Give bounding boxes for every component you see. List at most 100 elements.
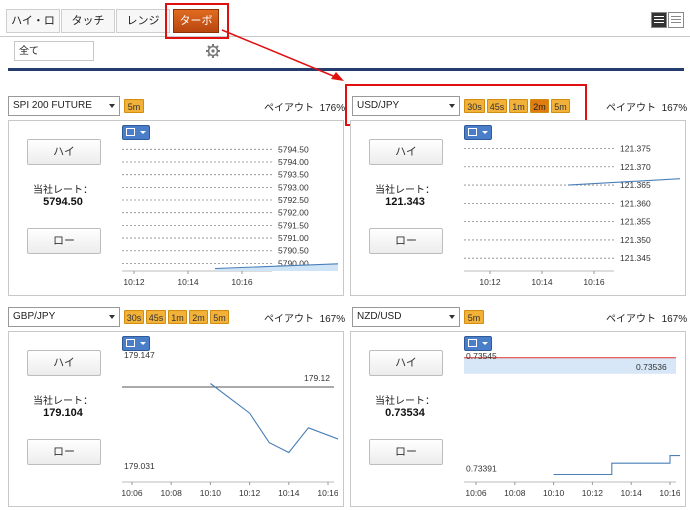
expiry-5m[interactable]: 5m — [210, 310, 229, 324]
current-value-label: 0.73536 — [636, 362, 667, 372]
rate-label: 当社レート： — [33, 396, 93, 407]
payout-label: ペイアウト — [264, 314, 314, 325]
list-view-icon[interactable] — [651, 12, 667, 28]
bottom-value-label: 179.031 — [124, 461, 155, 471]
y-tick-label: 121.360 — [620, 198, 651, 208]
asset-name: SPI 200 FUTURE — [13, 100, 92, 111]
rate-value: 0.73534 — [385, 407, 425, 419]
payout-value: 176% — [319, 103, 346, 114]
chart-type-icon[interactable] — [122, 125, 150, 140]
y-tick-label: 5790.50 — [278, 246, 309, 256]
gear-icon[interactable] — [205, 43, 221, 59]
y-tick-label: 5793.50 — [278, 170, 309, 180]
asset-select[interactable]: NZD/USD — [352, 307, 460, 327]
y-tick-label: 121.345 — [620, 253, 651, 263]
panel-body-usdjpy: ハイ 当社レート： 121.343 ロー 121.375 121.370 121.3… — [350, 120, 686, 296]
rate-value: 179.104 — [43, 407, 83, 419]
annotation-highlight-tab — [165, 3, 229, 39]
x-tick-label: 10:14 — [177, 277, 199, 287]
x-tick-label: 10:06 — [122, 488, 143, 498]
payout-value: 167% — [661, 103, 688, 114]
expiry-45s[interactable]: 45s — [146, 310, 166, 324]
panel-header-spi200: SPI 200 FUTURE 5m ペイアウト 176% — [8, 96, 345, 116]
top-navigation: ハイ・ロー タッチ レンジ ターボ — [0, 0, 690, 49]
asset-select[interactable]: SPI 200 FUTURE — [8, 96, 120, 116]
asset-filter-dropdown[interactable]: 全て — [14, 41, 94, 61]
chart-type-icon[interactable] — [122, 336, 150, 351]
tab-high-low[interactable]: ハイ・ロー — [6, 9, 60, 49]
expiry-30s[interactable]: 30s — [124, 310, 144, 324]
x-tick-label: 10:14 — [531, 277, 553, 287]
chart-type-icon[interactable] — [464, 125, 492, 140]
expiry-2m[interactable]: 2m — [189, 310, 208, 324]
y-tick-label: 5792.50 — [278, 195, 309, 205]
chevron-down-icon — [449, 315, 455, 319]
price-chart: 0.73545 0.73391 0.73536 10:06 10:08 10:10 10:1… — [464, 351, 680, 498]
x-tick-label: 10:08 — [161, 488, 183, 498]
rate-label: 当社レート： — [375, 396, 435, 407]
x-tick-label: 10:08 — [504, 488, 526, 498]
low-button[interactable]: ロー — [369, 228, 443, 254]
x-tick-label: 10:12 — [479, 277, 501, 287]
rate-label: 当社レート： — [33, 185, 93, 196]
x-tick-label: 10:16 — [317, 488, 338, 498]
y-tick-label: 5794.50 — [278, 144, 309, 154]
series-line — [214, 263, 338, 270]
payout: ペイアウト 167% — [606, 310, 687, 325]
expiry-5m[interactable]: 5m — [124, 99, 144, 113]
panel-header-nzdusd: NZD/USD 5m ペイアウト 167% — [350, 307, 687, 327]
payout: ペイアウト 167% — [606, 99, 687, 114]
x-tick-label: 10:12 — [239, 488, 261, 498]
price-chart: 121.375121.370121.365121.360121.355121.3… — [464, 143, 680, 287]
chevron-down-icon — [109, 315, 115, 319]
top-value-label: 0.73545 — [466, 351, 497, 361]
y-tick-label: 5792.00 — [278, 208, 309, 218]
x-tick-label: 10:06 — [465, 488, 487, 498]
x-tick-label: 10:16 — [583, 277, 605, 287]
tab-range[interactable]: レンジ — [116, 9, 170, 33]
y-tick-label: 121.375 — [620, 143, 651, 153]
panel-body-spi200: ハイ 当社レート： 5794.50 ロー 5794.50 5794.00 5793.… — [8, 120, 344, 296]
y-tick-label: 121.350 — [620, 235, 651, 245]
x-tick-label: 10:10 — [543, 488, 565, 498]
series-line — [553, 455, 680, 476]
chevron-down-icon — [109, 104, 115, 108]
price-chart: 179.147 179.031 179.12 10:06 10:08 10:10 10:12… — [122, 350, 338, 498]
x-tick-label: 10:10 — [200, 488, 222, 498]
high-button[interactable]: ハイ — [369, 350, 443, 376]
x-tick-label: 10:12 — [582, 488, 604, 498]
y-tick-label: 121.370 — [620, 162, 651, 172]
tab-touch[interactable]: タッチ — [61, 9, 115, 33]
payout-label: ペイアウト — [606, 103, 656, 114]
payout: ペイアウト 176% — [264, 99, 345, 114]
y-tick-label: 121.355 — [620, 217, 651, 227]
high-button[interactable]: ハイ — [369, 139, 443, 165]
panel-body-nzdusd: ハイ 当社レート： 0.73534 ロー 0.73545 0.73391 0.735… — [350, 331, 686, 507]
rate-label: 当社レート： — [375, 185, 435, 196]
x-tick-label: 10:14 — [621, 488, 643, 498]
top-value-label: 179.147 — [124, 350, 155, 360]
expiry-5m[interactable]: 5m — [464, 310, 484, 324]
expiry-1m[interactable]: 1m — [168, 310, 187, 324]
asset-select[interactable]: GBP/JPY — [8, 307, 120, 327]
payout: ペイアウト 167% — [264, 310, 345, 325]
series-area — [215, 263, 338, 271]
payout-value: 167% — [319, 314, 346, 325]
payout-label: ペイアウト — [606, 314, 656, 325]
price-chart: 5794.50 5794.00 5793.50 5793.00 5792.50 5792.… — [122, 144, 338, 287]
y-tick-label: 5793.00 — [278, 182, 309, 192]
y-tick-label: 5791.00 — [278, 233, 309, 243]
section-separator — [8, 68, 684, 71]
grid-view-icon[interactable] — [668, 12, 684, 28]
low-button[interactable]: ロー — [27, 228, 101, 254]
x-tick-label: 10:12 — [123, 277, 145, 287]
asset-name: NZD/USD — [357, 311, 402, 322]
low-button[interactable]: ロー — [27, 439, 101, 465]
x-tick-label: 10:16 — [659, 488, 680, 498]
high-button[interactable]: ハイ — [27, 139, 101, 165]
chart-type-icon[interactable] — [464, 336, 492, 351]
rate-value: 121.343 — [385, 196, 425, 208]
series-line — [210, 383, 338, 454]
low-button[interactable]: ロー — [369, 439, 443, 465]
high-button[interactable]: ハイ — [27, 350, 101, 376]
